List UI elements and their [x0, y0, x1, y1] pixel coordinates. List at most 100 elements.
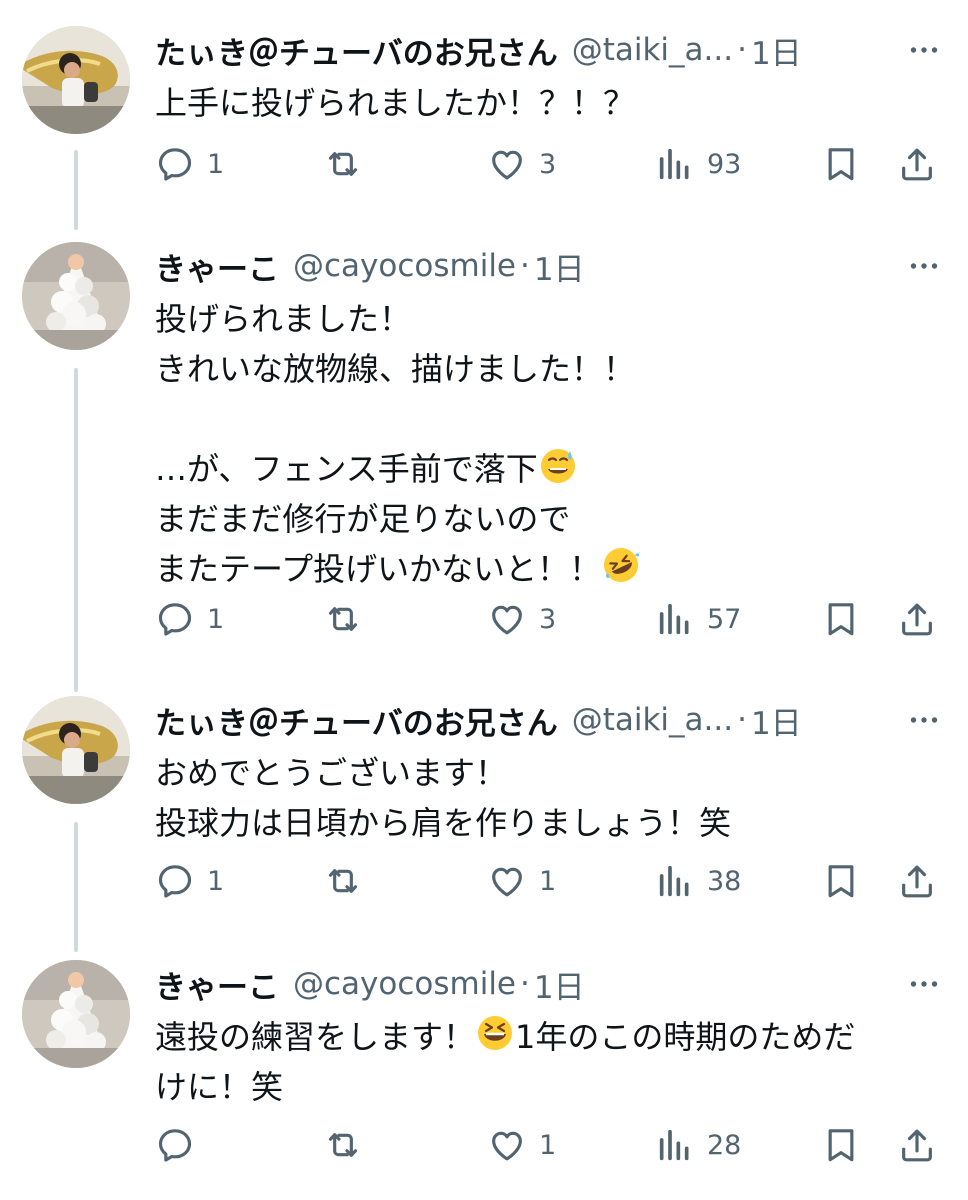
reply-button[interactable]: [155, 1125, 207, 1165]
user-handle[interactable]: @cayocosmile: [293, 248, 516, 284]
view-count: 28: [707, 1129, 742, 1161]
reply-icon: [155, 1125, 195, 1165]
display-name[interactable]: たぃき＠チューバのお兄さん: [155, 28, 558, 73]
reply-icon: [155, 599, 195, 639]
text-line: またテープ投げいかないと！！: [155, 550, 602, 588]
tuba-player-avatar-image: [22, 696, 130, 804]
more-options-button[interactable]: [904, 702, 944, 738]
timestamp[interactable]: 1日: [751, 698, 802, 743]
tuba-player-avatar-image: [22, 26, 130, 134]
share-icon: [897, 861, 937, 901]
display-name[interactable]: きゃーこ: [155, 244, 279, 289]
reply-button[interactable]: 1: [155, 599, 224, 639]
more-icon: [906, 32, 942, 68]
text-line: きれいな放物線、描けました！！: [155, 350, 636, 388]
share-button[interactable]: [897, 599, 937, 639]
separator-dot: ·: [737, 702, 747, 738]
timestamp[interactable]: 1日: [534, 962, 585, 1007]
reply-button[interactable]: 1: [155, 144, 224, 184]
reply-count: 1: [207, 148, 225, 180]
views-button[interactable]: 38: [655, 861, 741, 901]
timestamp[interactable]: 1日: [534, 244, 585, 289]
views-icon: [655, 861, 695, 901]
like-count: 3: [539, 603, 557, 635]
like-count: 1: [539, 865, 557, 897]
bookmark-icon: [821, 599, 861, 639]
text-line: …が、フェンス手前で落下: [155, 450, 538, 488]
bookmark-icon: [821, 861, 861, 901]
reply-count: 1: [207, 603, 225, 635]
retweet-button[interactable]: [323, 861, 375, 901]
user-handle[interactable]: @taiki_a...: [572, 702, 733, 738]
more-options-button[interactable]: [904, 966, 944, 1002]
bookmark-button[interactable]: [821, 1125, 861, 1165]
reply-icon: [155, 861, 195, 901]
retweet-icon: [323, 144, 363, 184]
separator-dot: ·: [737, 32, 747, 68]
like-button[interactable]: 3: [487, 599, 556, 639]
sweat-smile-emoji: [540, 449, 575, 483]
views-button[interactable]: 93: [655, 144, 741, 184]
heart-icon: [487, 861, 527, 901]
text-line: 投げられました！: [155, 300, 412, 338]
avatar[interactable]: [22, 242, 130, 350]
view-count: 93: [707, 148, 742, 180]
share-button[interactable]: [897, 1125, 937, 1165]
share-button[interactable]: [897, 144, 937, 184]
share-icon: [897, 1125, 937, 1165]
heart-icon: [487, 1125, 527, 1165]
views-button[interactable]: 28: [655, 1125, 741, 1165]
retweet-button[interactable]: [323, 144, 375, 184]
avatar[interactable]: [22, 696, 130, 804]
separator-dot: ·: [520, 966, 530, 1002]
retweet-icon: [323, 861, 363, 901]
user-handle[interactable]: @cayocosmile: [293, 966, 516, 1002]
bookmark-button[interactable]: [821, 861, 861, 901]
white-flower-avatar-image: [22, 960, 130, 1068]
avatar[interactable]: [22, 26, 130, 134]
tweet-header: たぃき＠チューバのお兄さん @taiki_a... · 1日: [155, 26, 944, 74]
tweet-actions: 1 1 38: [155, 856, 944, 906]
views-icon: [655, 1125, 695, 1165]
tweet-header: たぃき＠チューバのお兄さん @taiki_a... · 1日: [155, 696, 944, 744]
like-button[interactable]: 1: [487, 1125, 556, 1165]
more-icon: [906, 702, 942, 738]
like-button[interactable]: 3: [487, 144, 556, 184]
more-icon: [906, 248, 942, 284]
retweet-button[interactable]: [323, 1125, 375, 1165]
reply-button[interactable]: 1: [155, 861, 224, 901]
views-icon: [655, 144, 695, 184]
bookmark-button[interactable]: [821, 144, 861, 184]
like-count: 3: [539, 148, 557, 180]
bookmark-icon: [821, 144, 861, 184]
bookmark-icon: [821, 1125, 861, 1165]
share-icon: [897, 599, 937, 639]
display-name[interactable]: きゃーこ: [155, 962, 279, 1007]
text-line: まだまだ修行が足りないので: [155, 500, 571, 538]
text-part: 遠投の練習をします！: [155, 1018, 476, 1056]
like-count: 1: [539, 1129, 557, 1161]
heart-icon: [487, 144, 527, 184]
like-button[interactable]: 1: [487, 861, 556, 901]
more-options-button[interactable]: [904, 248, 944, 284]
tweet-text: 上手に投げられましたか！？！？: [155, 84, 636, 122]
avatar[interactable]: [22, 960, 130, 1068]
timestamp[interactable]: 1日: [751, 28, 802, 73]
reply-icon: [155, 144, 195, 184]
retweet-icon: [323, 599, 363, 639]
share-icon: [897, 144, 937, 184]
display-name[interactable]: たぃき＠チューバのお兄さん: [155, 698, 558, 743]
user-handle[interactable]: @taiki_a...: [572, 32, 733, 68]
reply-count: 1: [207, 865, 225, 897]
grinning-squint-emoji: [478, 1016, 513, 1050]
view-count: 57: [707, 603, 742, 635]
share-button[interactable]: [897, 861, 937, 901]
bookmark-button[interactable]: [821, 599, 861, 639]
tweet-actions: 1 28: [155, 1120, 944, 1170]
more-icon: [906, 966, 942, 1002]
views-button[interactable]: 57: [655, 599, 741, 639]
tweet-text: 投げられました！ きれいな放物線、描けました！！ …が、フェンス手前で落下 まだ…: [155, 294, 944, 594]
separator-dot: ·: [520, 248, 530, 284]
retweet-button[interactable]: [323, 599, 375, 639]
more-options-button[interactable]: [904, 32, 944, 68]
